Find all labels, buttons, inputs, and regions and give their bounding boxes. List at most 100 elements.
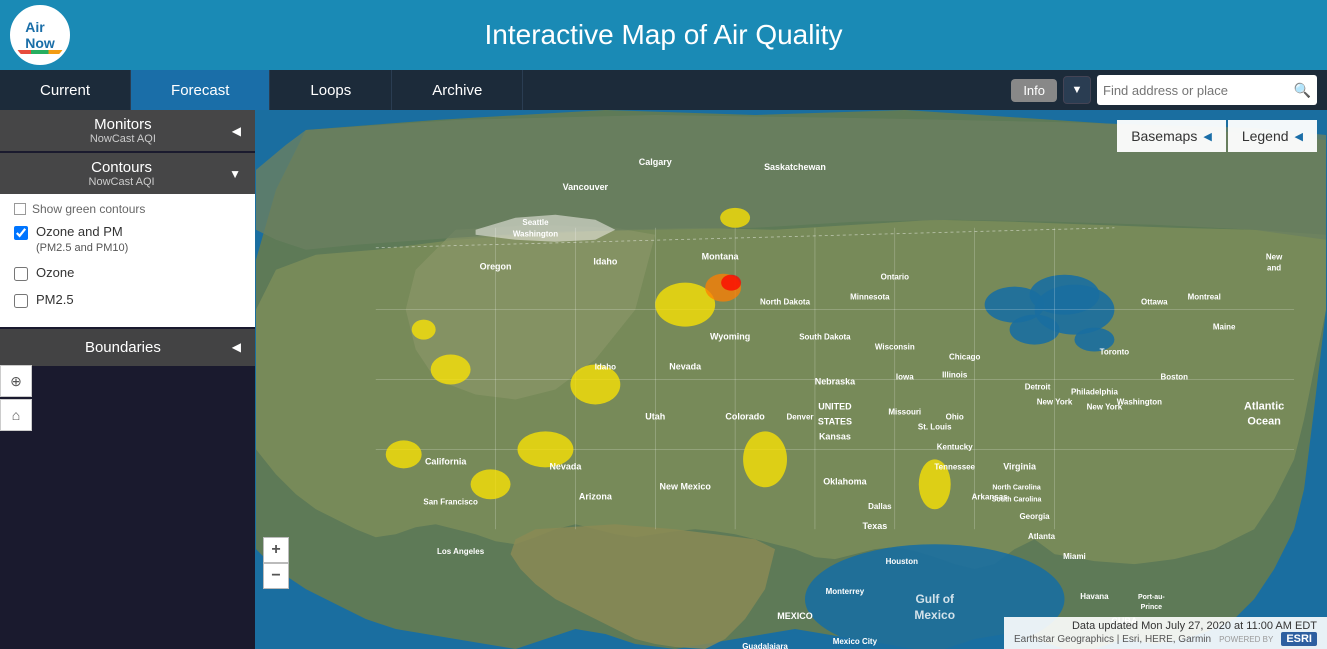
legend-arrow: ◀ [1295,130,1303,143]
svg-text:Texas: Texas [862,521,887,531]
svg-text:Mexico: Mexico [914,608,955,622]
basemaps-button[interactable]: Basemaps ◀ [1117,120,1226,152]
svg-text:Ohio: Ohio [946,412,964,421]
svg-text:Kentucky: Kentucky [937,442,973,451]
svg-text:South Dakota: South Dakota [799,333,851,342]
svg-text:California: California [425,456,467,466]
esri-attribution: Earthstar Geographics | Esri, HERE, Garm… [1014,632,1317,646]
svg-text:Montana: Montana [702,252,740,262]
monitors-header-center: Monitors NowCast AQI [14,116,232,145]
svg-text:Arkansas: Arkansas [972,492,1008,501]
boundaries-title: Boundaries [14,339,232,356]
zoom-out-button[interactable]: − [263,563,289,589]
tab-loops[interactable]: Loops [270,70,392,110]
svg-text:Saskatchewan: Saskatchewan [764,162,826,172]
svg-text:Montreal: Montreal [1188,293,1221,302]
map-area[interactable]: Gulf of Mexico Atlantic Ocean [255,110,1327,649]
svg-text:Detroit: Detroit [1025,382,1051,391]
logo-area: AirNow [10,5,70,65]
svg-text:Port-au-: Port-au- [1138,594,1165,601]
svg-text:Chicago: Chicago [949,353,981,362]
pm25-label: PM2.5 [36,292,74,309]
svg-text:Illinois: Illinois [942,371,968,380]
svg-text:Kansas: Kansas [819,431,851,441]
contour-option-pm25: PM2.5 [14,292,241,309]
svg-text:Nebraska: Nebraska [815,376,856,386]
svg-text:Maine: Maine [1213,323,1236,332]
svg-text:Gulf of: Gulf of [915,592,955,606]
legend-button[interactable]: Legend ◀ [1228,120,1317,152]
svg-text:New: New [1266,253,1283,262]
nav-right-controls: Info ▼ 🔍 [1011,70,1327,110]
svg-text:Los Angeles: Los Angeles [437,547,485,556]
gps-tool-button[interactable]: ⊕ [0,365,32,397]
dropdown-button[interactable]: ▼ [1063,76,1091,104]
map-svg: Gulf of Mexico Atlantic Ocean [255,110,1327,649]
contours-subtitle: NowCast AQI [14,176,229,188]
search-input[interactable] [1103,83,1294,98]
svg-text:Oregon: Oregon [480,262,512,272]
svg-text:St. Louis: St. Louis [918,422,952,431]
contour-option-ozone: Ozone [14,265,241,282]
ozone-pm-label: Ozone and PM (PM2.5 and PM10) [36,224,128,255]
svg-text:Philadelphia: Philadelphia [1071,387,1119,396]
svg-text:STATES: STATES [818,416,852,426]
svg-text:New Mexico: New Mexico [660,481,712,491]
home-tool-button[interactable]: ⌂ [0,399,32,431]
ozone-pm-checkbox[interactable] [14,226,28,240]
svg-text:Nevada: Nevada [669,362,702,372]
left-panel: Monitors NowCast AQI ◀ Contours NowCast … [0,110,255,649]
svg-text:Atlanta: Atlanta [1028,532,1056,541]
zoom-controls: + − [263,537,289,589]
data-update-text: Data updated Mon July 27, 2020 at 11:00 … [1072,620,1317,632]
svg-text:New York: New York [1087,402,1123,411]
contours-collapse-arrow: ▼ [229,167,241,181]
monitors-title: Monitors [14,116,232,133]
monitors-collapse-arrow: ◀ [232,124,241,138]
svg-text:Tennessee: Tennessee [934,462,975,471]
tab-forecast[interactable]: Forecast [131,70,270,110]
ozone-label: Ozone [36,265,74,282]
monitors-subtitle: NowCast AQI [14,133,232,145]
boundaries-header[interactable]: Boundaries ◀ [0,329,255,366]
tab-archive[interactable]: Archive [392,70,523,110]
svg-text:Denver: Denver [786,412,813,421]
svg-text:MEXICO: MEXICO [777,611,812,621]
esri-powered-text: POWERED BY [1219,635,1273,644]
svg-text:Oklahoma: Oklahoma [823,476,867,486]
svg-text:Houston: Houston [886,557,918,566]
boundaries-collapse-arrow: ◀ [232,340,241,354]
svg-text:San Francisco: San Francisco [423,497,478,506]
svg-text:Monterrey: Monterrey [826,587,865,596]
ozone-checkbox[interactable] [14,267,28,281]
svg-text:Havana: Havana [1080,592,1109,601]
svg-text:Wisconsin: Wisconsin [875,343,915,352]
svg-text:Ontario: Ontario [881,273,909,282]
info-button[interactable]: Info [1011,79,1057,102]
svg-text:and: and [1267,264,1281,273]
svg-text:New York: New York [1037,397,1073,406]
page-title: Interactive Map of Air Quality [485,19,843,51]
svg-text:Dallas: Dallas [868,502,892,511]
svg-text:Calgary: Calgary [639,157,672,167]
svg-text:Colorado: Colorado [725,411,765,421]
zoom-in-button[interactable]: + [263,537,289,563]
contours-header[interactable]: Contours NowCast AQI ▼ [0,153,255,194]
svg-text:Boston: Boston [1161,373,1189,382]
attribution-text: Earthstar Geographics | Esri, HERE, Garm… [1014,634,1211,645]
esri-logo: POWERED BY ESRI [1219,632,1317,646]
monitors-header[interactable]: Monitors NowCast AQI ◀ [0,110,255,151]
logo-rainbow [13,50,67,54]
app-header: AirNow Interactive Map of Air Quality [0,0,1327,70]
svg-text:Ocean: Ocean [1247,415,1281,427]
tab-current[interactable]: Current [0,70,131,110]
svg-text:Atlantic: Atlantic [1244,400,1284,412]
svg-text:Georgia: Georgia [1019,512,1050,521]
svg-text:South Carolina: South Carolina [992,496,1042,503]
pm25-checkbox[interactable] [14,294,28,308]
search-icon[interactable]: 🔍 [1294,82,1311,99]
svg-text:Miami: Miami [1063,552,1086,561]
show-green-label: Show green contours [32,202,145,216]
show-green-checkbox[interactable] [14,203,26,215]
esri-logo-box: ESRI [1281,632,1317,646]
